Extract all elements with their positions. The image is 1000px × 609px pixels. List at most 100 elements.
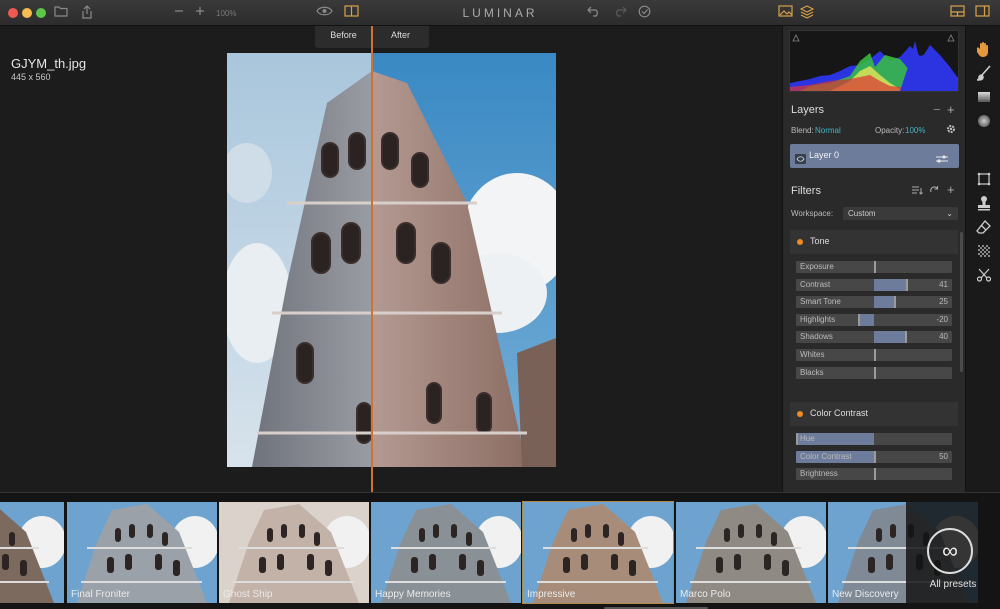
filter-enabled-dot[interactable] — [797, 239, 803, 245]
filters-scrollbar[interactable] — [960, 232, 963, 372]
slider-blacks[interactable]: Blacks — [796, 366, 952, 379]
slider-brightness[interactable]: Brightness — [796, 468, 952, 481]
gradient-icon[interactable] — [975, 88, 993, 106]
slider-thumb[interactable] — [874, 366, 876, 379]
slider-value: 40 — [939, 332, 948, 342]
preset-thumbnail[interactable]: Marco Polo — [676, 502, 826, 603]
filter-name: Color Contrast — [810, 408, 869, 418]
blend-label: Blend: — [791, 126, 814, 135]
hand-icon[interactable] — [975, 40, 993, 58]
history-icon[interactable] — [638, 5, 651, 22]
slider-thumb[interactable] — [874, 261, 876, 273]
slider-smart-tone[interactable]: Smart Tone 25 — [796, 296, 952, 309]
preset-label: Ghost Ship — [223, 589, 273, 600]
brush-icon[interactable] — [975, 64, 993, 82]
before-after-divider[interactable] — [371, 26, 373, 493]
slider-contrast[interactable]: Contrast 41 — [796, 278, 952, 291]
file-dimensions: 445 x 560 — [11, 72, 51, 82]
slider-thumb[interactable] — [874, 468, 876, 481]
layer-visibility-icon[interactable] — [795, 151, 806, 169]
slider-shadows[interactable]: Shadows 40 — [796, 331, 952, 344]
preset-thumbnail[interactable]: Impressive — [522, 501, 674, 604]
image-icon[interactable] — [778, 5, 793, 21]
filter-header-tone[interactable]: Tone — [790, 230, 958, 254]
panel-bottom-icon[interactable] — [950, 5, 965, 21]
slider-color-contrast[interactable]: Color Contrast 50 — [796, 450, 952, 463]
remove-layer-button[interactable]: − — [933, 102, 941, 117]
workspace-value: Custom — [848, 209, 876, 218]
redo-icon[interactable] — [613, 5, 627, 21]
zoom-level[interactable]: 100% — [216, 9, 236, 18]
undo-icon[interactable] — [587, 5, 601, 21]
slider-whites[interactable]: Whites — [796, 349, 952, 361]
slider-value: 41 — [939, 279, 948, 289]
preset-thumbnail[interactable]: Final Froniter — [67, 502, 217, 603]
slider-thumb[interactable] — [905, 331, 908, 344]
gear-icon[interactable] — [946, 124, 956, 136]
slider-thumb[interactable] — [796, 433, 798, 445]
infinity-icon: ∞ — [927, 528, 973, 574]
add-layer-button[interactable]: + — [947, 102, 955, 117]
app-title: LUMINAR — [462, 6, 538, 20]
histogram — [789, 30, 959, 92]
image-canvas[interactable]: GJYM_th.jpg 445 x 560 Before After — [0, 26, 782, 493]
slider-hue[interactable]: Hue — [796, 433, 952, 445]
preset-label: Marco Polo — [680, 589, 731, 600]
photo-preview[interactable] — [227, 53, 556, 467]
opacity-label: Opacity: — [875, 126, 905, 135]
noise-icon[interactable] — [975, 242, 993, 260]
layer-row[interactable]: Layer 0 — [790, 144, 959, 168]
layer-name: Layer 0 — [809, 150, 840, 160]
zoom-out-icon[interactable] — [174, 5, 184, 21]
preset-label: New Discovery — [832, 589, 899, 600]
slider-thumb[interactable] — [905, 278, 908, 291]
filter-enabled-dot[interactable] — [797, 411, 803, 417]
add-filter-button[interactable]: + — [947, 182, 955, 197]
filters-title: Filters — [791, 185, 821, 197]
before-label[interactable]: Before — [315, 30, 372, 40]
slider-exposure[interactable]: Exposure — [796, 261, 952, 273]
compare-icon[interactable] — [344, 5, 359, 21]
preset-thumbnail[interactable]: Happy Memories — [371, 502, 521, 603]
blend-mode-value[interactable]: Normal — [815, 126, 841, 135]
refresh-icon[interactable] — [929, 185, 939, 197]
cut-icon[interactable] — [975, 266, 993, 284]
all-presets-button[interactable]: ∞ All presets — [906, 495, 1000, 607]
slider-thumb[interactable] — [874, 450, 876, 463]
layers-title: Layers — [791, 104, 825, 116]
preset-thumbnail[interactable]: Ghost Ship — [219, 502, 369, 603]
file-name: GJYM_th.jpg — [11, 56, 87, 71]
sort-filters-icon[interactable] — [912, 186, 923, 197]
radial-icon[interactable] — [975, 112, 993, 130]
stamp-icon[interactable] — [975, 194, 993, 212]
eraser-icon[interactable] — [975, 218, 993, 236]
slider-value: 50 — [939, 451, 948, 461]
opacity-value[interactable]: 100% — [905, 126, 925, 135]
filter-header-color-contrast[interactable]: Color Contrast — [790, 402, 958, 426]
panel-right-icon[interactable] — [975, 5, 990, 21]
after-label[interactable]: After — [372, 30, 429, 40]
share-icon[interactable] — [81, 5, 93, 23]
preset-thumbnail[interactable] — [0, 502, 64, 603]
infinity-symbol: ∞ — [942, 538, 958, 563]
layers-icon[interactable] — [799, 5, 815, 23]
slider-label: Exposure — [800, 262, 834, 271]
slider-value: -20 — [936, 314, 948, 324]
minimize-window-button[interactable] — [22, 8, 32, 18]
workspace-select[interactable]: Custom ⌄ — [843, 207, 958, 220]
crop-icon[interactable] — [975, 170, 993, 188]
slider-fill — [874, 296, 894, 309]
layer-adjust-icon[interactable] — [935, 151, 949, 169]
close-window-button[interactable] — [8, 8, 18, 18]
preset-label: Happy Memories — [375, 589, 451, 600]
slider-thumb[interactable] — [893, 296, 896, 309]
slider-highlights[interactable]: Highlights -20 — [796, 313, 952, 326]
folder-icon[interactable] — [54, 5, 68, 21]
slider-thumb[interactable] — [858, 313, 861, 326]
eye-icon[interactable] — [316, 5, 333, 21]
slider-thumb[interactable] — [874, 349, 876, 361]
zoom-window-button[interactable] — [36, 8, 46, 18]
slider-label: Color Contrast — [800, 451, 852, 461]
zoom-in-icon[interactable] — [195, 5, 205, 21]
slider-label: Brightness — [800, 469, 838, 479]
